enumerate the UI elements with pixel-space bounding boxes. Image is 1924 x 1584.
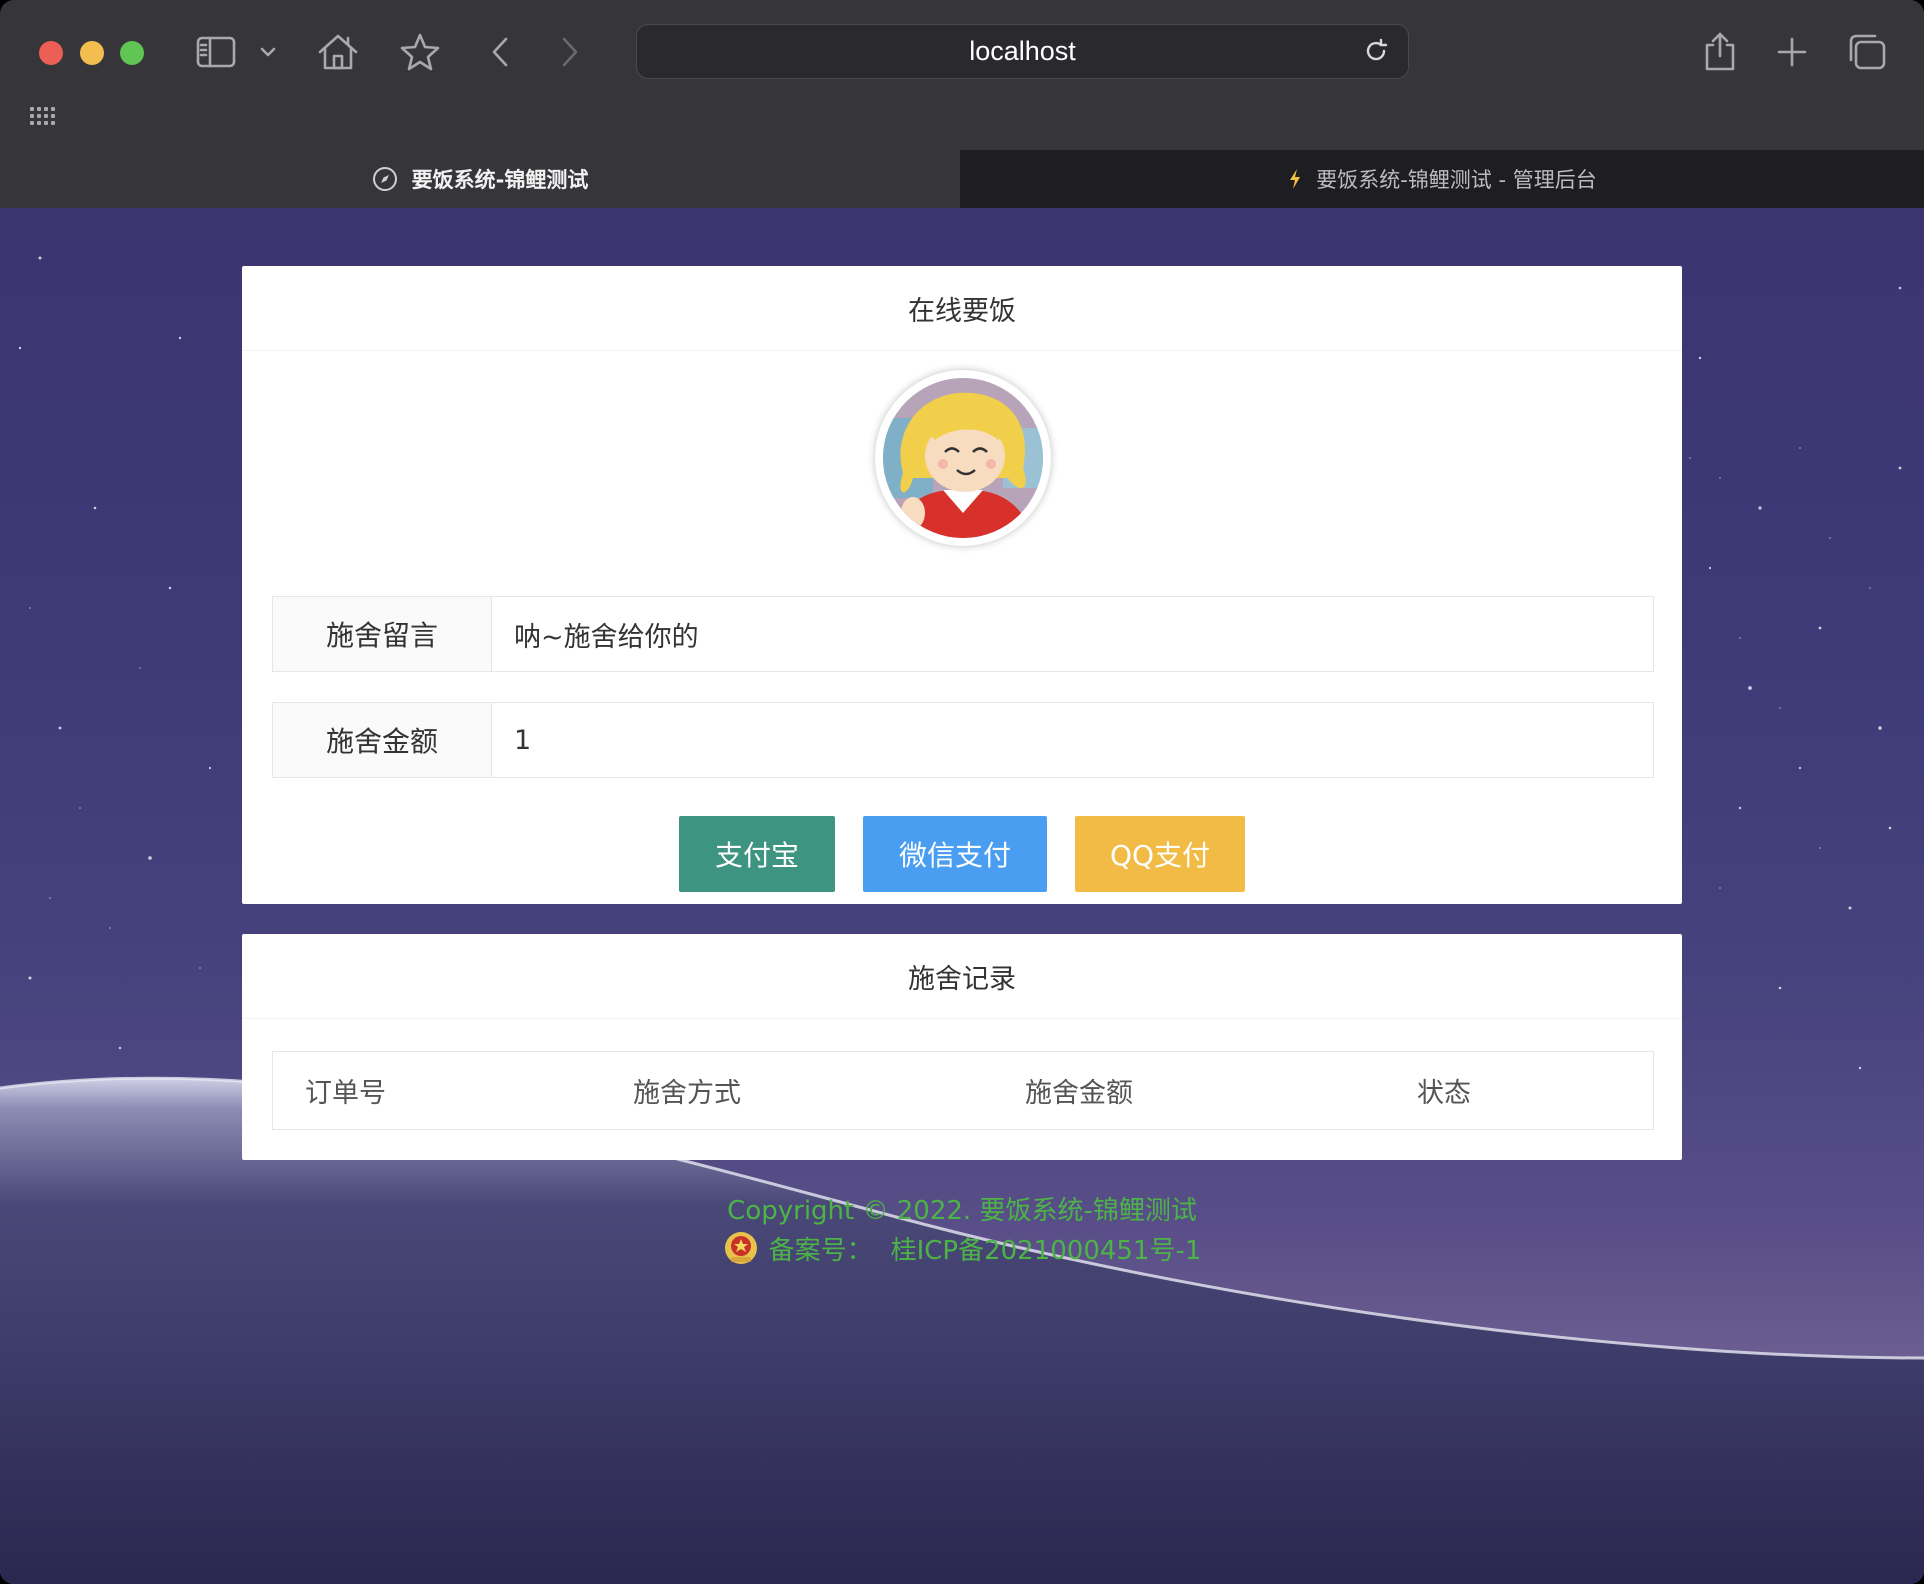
- icp-link[interactable]: 桂ICP备2021000451号-1: [891, 1230, 1202, 1267]
- records-card: 施舍记录 订单号 施舍方式 施舍金额 状态: [242, 934, 1682, 1160]
- tab-label: 要饭系统-锦鲤测试 - 管理后台: [1316, 168, 1597, 192]
- tab-home[interactable]: 要饭系统-锦鲤测试: [0, 150, 960, 208]
- lightning-icon: [1288, 168, 1302, 190]
- forward-icon[interactable]: [556, 28, 584, 76]
- back-icon[interactable]: [486, 28, 514, 76]
- tab-admin[interactable]: 要饭系统-锦鲤测试 - 管理后台: [961, 150, 1924, 208]
- compass-icon: [372, 166, 398, 192]
- message-label: 施舍留言: [273, 597, 492, 671]
- amount-row: 施舍金额: [272, 702, 1654, 778]
- amount-input[interactable]: [492, 703, 1653, 777]
- share-icon[interactable]: [1700, 28, 1740, 76]
- minimize-window-button[interactable]: [80, 41, 104, 65]
- qq-pay-button[interactable]: QQ支付: [1075, 816, 1245, 892]
- message-row: 施舍留言: [272, 596, 1654, 672]
- address-bar[interactable]: localhost: [636, 24, 1409, 79]
- reload-icon[interactable]: [1362, 37, 1390, 72]
- address-text: localhost: [969, 36, 1076, 66]
- browser-toolbar: localhost: [0, 0, 1924, 150]
- tab-bar: 要饭系统-锦鲤测试 要饭系统-锦鲤测试 - 管理后台: [0, 150, 1924, 208]
- zoom-window-button[interactable]: [120, 41, 144, 65]
- donate-card: 在线要饭 施舍留言 呐~施舍给你的 施舍金额 1 支付宝 微信支付 QQ支付: [242, 266, 1682, 904]
- new-tab-icon[interactable]: [1772, 28, 1812, 76]
- avatar-image: [883, 378, 1043, 538]
- wechat-pay-button[interactable]: 微信支付: [863, 816, 1047, 892]
- home-icon[interactable]: [314, 28, 362, 76]
- close-window-button[interactable]: [39, 41, 63, 65]
- tab-overview-icon[interactable]: [1846, 28, 1888, 76]
- column-header-status: 状态: [1417, 1077, 1471, 1109]
- records-card-title: 施舍记录: [242, 934, 1682, 1019]
- browser-window: localhost 要饭系统-锦鲤测试 要饭系统-锦鲤测试 - 管理后台 在线要…: [0, 0, 1924, 1584]
- alipay-button[interactable]: 支付宝: [679, 816, 835, 892]
- page-footer: Copyright © 2022. 要饭系统-锦鲤测试 备案号： 桂ICP备20…: [0, 1188, 1924, 1268]
- page-viewport: 在线要饭 施舍留言 呐~施舍给你的 施舍金额 1 支付宝 微信支付 QQ支付 施…: [0, 208, 1924, 1584]
- donate-card-title: 在线要饭: [242, 266, 1682, 351]
- chevron-down-icon[interactable]: [258, 28, 278, 76]
- amount-label: 施舍金额: [273, 703, 492, 777]
- message-input[interactable]: [492, 597, 1653, 671]
- copyright-line: Copyright © 2022. 要饭系统-锦鲤测试: [0, 1188, 1924, 1228]
- column-header-order-id: 订单号: [305, 1077, 386, 1109]
- avatar: [875, 370, 1051, 546]
- column-header-method: 施舍方式: [633, 1077, 741, 1109]
- tab-label: 要饭系统-锦鲤测试: [411, 168, 589, 192]
- records-table: 订单号 施舍方式 施舍金额 状态: [272, 1051, 1654, 1130]
- column-header-amount: 施舍金额: [1025, 1077, 1133, 1109]
- sidebar-icon[interactable]: [194, 28, 238, 76]
- star-icon[interactable]: [398, 28, 442, 76]
- police-badge-icon: [723, 1230, 759, 1266]
- icp-line: 备案号： 桂ICP备2021000451号-1: [0, 1228, 1924, 1268]
- copyright-text: Copyright © 2022. 要饭系统-锦鲤测试: [727, 1195, 1197, 1226]
- icp-label: 备案号：: [768, 1235, 873, 1266]
